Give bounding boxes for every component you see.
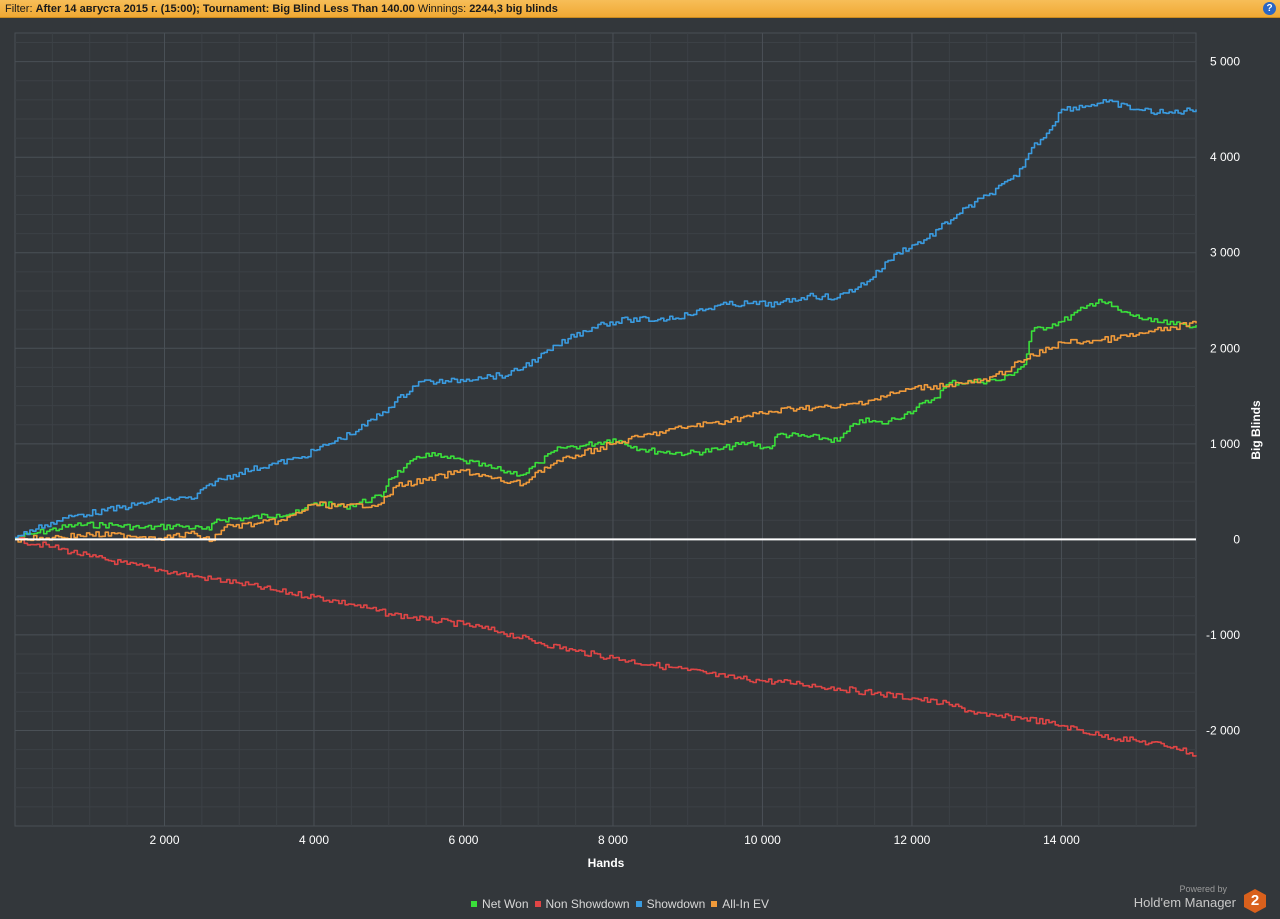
legend-swatch xyxy=(711,901,718,907)
plot-area xyxy=(14,32,1197,827)
x-tick-label: 10 000 xyxy=(744,833,781,847)
x-tick-label: 4 000 xyxy=(299,833,329,847)
y-tick-label: 0 xyxy=(1233,532,1240,546)
legend-label: Non Showdown xyxy=(545,897,630,911)
legend-swatch xyxy=(471,901,478,907)
winnings-value: 2244,3 big blinds xyxy=(469,3,558,15)
y-axis-title: Big Blinds xyxy=(1249,400,1263,460)
brand-name: Hold'em Manager xyxy=(1133,895,1236,910)
y-tick-label: -2 000 xyxy=(1206,723,1240,737)
y-tick-label: 1 000 xyxy=(1210,437,1240,451)
legend-label: Showdown xyxy=(646,897,706,911)
legend-item-net-won[interactable]: Net Won xyxy=(471,897,529,911)
legend-swatch xyxy=(534,901,541,907)
x-tick-label: 2 000 xyxy=(149,833,179,847)
y-tick-label: -1 000 xyxy=(1206,628,1240,642)
chart-legend: Net Won Non Showdown Showdown All-In EV xyxy=(0,897,1240,911)
filter-criteria: After 14 августа 2015 г. (15:00); Tourna… xyxy=(35,3,415,15)
legend-swatch xyxy=(635,901,642,907)
x-axis-title: Hands xyxy=(588,856,625,870)
winnings-chart: 2 000 4 000 6 000 8 000 10 000 12 000 14 000 5 … xyxy=(14,32,1263,870)
y-tick-label: 5 000 xyxy=(1210,55,1240,69)
help-icon[interactable]: ? xyxy=(1263,2,1276,15)
hem-logo-icon: 2 xyxy=(1244,889,1266,913)
x-tick-label: 6 000 xyxy=(448,833,478,847)
legend-item-showdown[interactable]: Showdown xyxy=(635,897,706,911)
x-tick-label: 14 000 xyxy=(1043,833,1080,847)
legend-item-non-showdown[interactable]: Non Showdown xyxy=(534,897,630,911)
legend-label: Net Won xyxy=(482,897,529,911)
branding: Powered by Hold'em Manager 2 xyxy=(1134,884,1266,914)
legend-item-all-in-ev[interactable]: All-In EV xyxy=(711,897,769,911)
legend-label: All-In EV xyxy=(722,897,769,911)
x-tick-label: 12 000 xyxy=(894,833,931,847)
y-tick-label: 2 000 xyxy=(1210,341,1240,355)
winnings-label: Winnings: xyxy=(417,3,467,15)
powered-by-text: Powered by xyxy=(1179,884,1227,894)
filter-bar: Filter: After 14 августа 2015 г. (15:00)… xyxy=(0,0,1280,18)
y-tick-label: 4 000 xyxy=(1210,150,1240,164)
x-tick-label: 8 000 xyxy=(598,833,628,847)
y-tick-label: 3 000 xyxy=(1210,246,1240,260)
filter-label: Filter: xyxy=(5,3,33,15)
